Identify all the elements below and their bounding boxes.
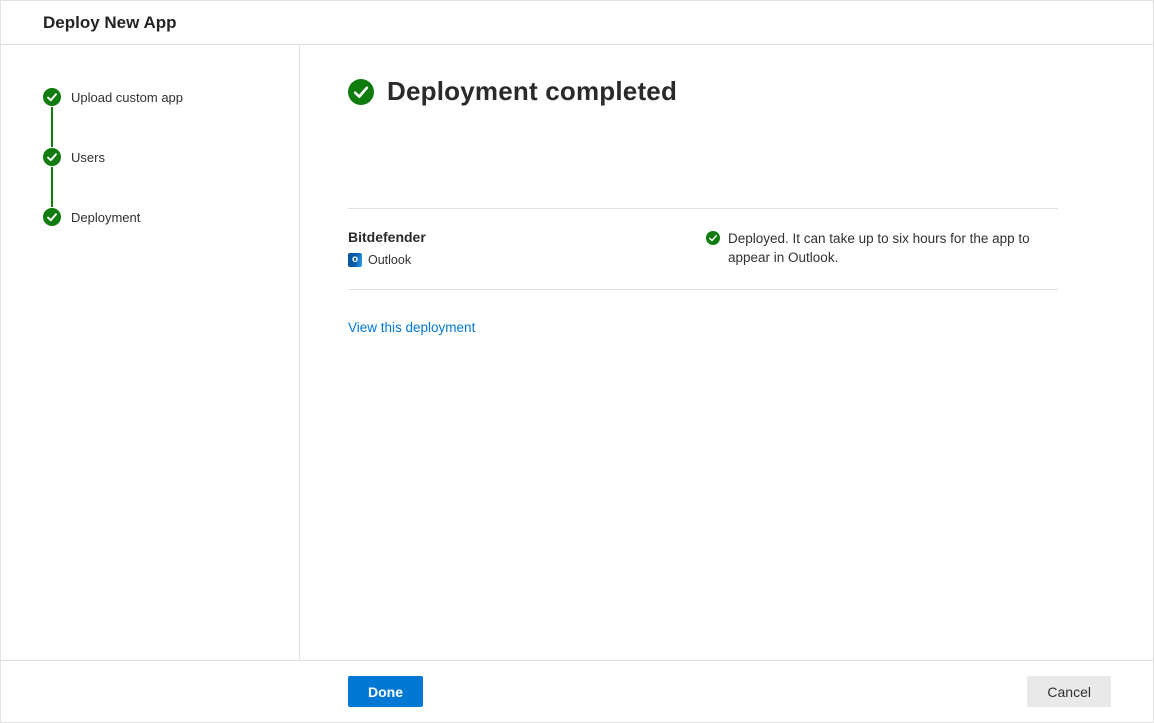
deployed-check-icon	[706, 231, 720, 245]
step-label: Users	[71, 150, 105, 165]
deployment-completed-heading: Deployment completed	[348, 76, 1058, 107]
table-row: Bitdefender o Outlook Deployed. It can t…	[348, 209, 1058, 290]
sidebar-item-deployment[interactable]: Deployment	[43, 208, 299, 226]
app-host-label: Outlook	[368, 253, 411, 267]
outlook-icon: o	[348, 253, 362, 267]
main-content: Deployment completed Bitdefender o Outlo…	[300, 45, 1153, 660]
status-text: Deployed. It can take up to six hours fo…	[728, 229, 1058, 267]
app-info-cell: Bitdefender o Outlook	[348, 229, 706, 267]
dialog-footer: Done Cancel	[1, 660, 1153, 722]
sidebar-item-upload-custom-app[interactable]: Upload custom app	[43, 88, 299, 106]
step-connector-line	[51, 167, 53, 207]
done-button[interactable]: Done	[348, 676, 423, 707]
step-connector-line	[51, 107, 53, 147]
wizard-steps-sidebar: Upload custom app Users Deployment	[1, 45, 300, 660]
step-label: Upload custom app	[71, 90, 183, 105]
deploy-new-app-dialog: Deploy New App Upload custom app Users	[0, 0, 1154, 723]
step-label: Deployment	[71, 210, 140, 225]
step-complete-check-icon	[43, 88, 61, 106]
cancel-button[interactable]: Cancel	[1027, 676, 1111, 707]
app-host: o Outlook	[348, 253, 706, 267]
app-name: Bitdefender	[348, 229, 706, 245]
success-check-icon	[348, 79, 374, 105]
deployment-result-table: Bitdefender o Outlook Deployed. It can t…	[348, 208, 1058, 290]
deployment-status-cell: Deployed. It can take up to six hours fo…	[706, 229, 1058, 267]
sidebar-item-users[interactable]: Users	[43, 148, 299, 166]
heading-text: Deployment completed	[387, 76, 677, 107]
dialog-header: Deploy New App	[1, 1, 1153, 45]
page-title: Deploy New App	[43, 13, 177, 33]
step-complete-check-icon	[43, 148, 61, 166]
view-deployment-link[interactable]: View this deployment	[348, 320, 475, 335]
step-complete-check-icon	[43, 208, 61, 226]
